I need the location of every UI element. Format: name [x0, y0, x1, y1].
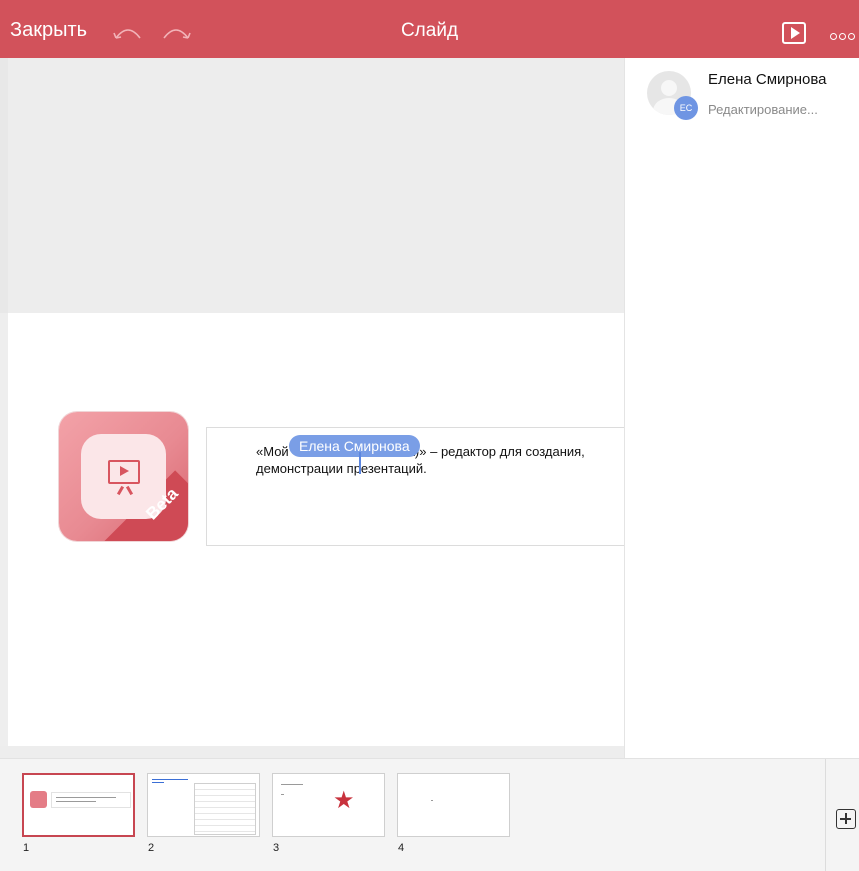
- app-logo-image[interactable]: Beta: [59, 412, 188, 541]
- user-name: Елена Смирнова: [708, 71, 827, 88]
- user-initials-badge: ЕС: [674, 96, 698, 120]
- canvas-background-top: [0, 58, 624, 313]
- slide-canvas-area[interactable]: [0, 58, 624, 758]
- canvas-background-bottom: [0, 746, 624, 758]
- presentation-icon: [108, 460, 140, 484]
- slide-thumbnail-1[interactable]: [22, 773, 135, 837]
- slide-number-3: 3: [273, 842, 280, 854]
- slide-thumbnail-4[interactable]: [397, 773, 510, 837]
- more-dots-icon[interactable]: [830, 27, 859, 40]
- page-title: Слайд: [400, 20, 459, 41]
- collaborator-cursor: [359, 452, 361, 474]
- slide-thumbnail-3[interactable]: ★: [272, 773, 385, 837]
- slide-thumbnails-strip: ★ 1 2 3 4: [0, 758, 859, 871]
- strip-divider: [825, 759, 826, 871]
- slide-number-4: 4: [398, 842, 405, 854]
- text-line-1-start: «Мой: [256, 444, 289, 459]
- plus-box-icon[interactable]: [836, 809, 856, 829]
- collaborator-cursor-tag: Елена Смирнова: [289, 435, 420, 457]
- play-icon[interactable]: [782, 22, 806, 44]
- canvas-left-edge: [0, 313, 8, 746]
- user-status: Редактирование...: [708, 102, 818, 117]
- text-line-1-end: а)» – редактор для создания,: [407, 444, 585, 459]
- star-icon: ★: [333, 787, 355, 814]
- slide-number-2: 2: [148, 842, 155, 854]
- text-line-2: демонстрации презентаций.: [256, 461, 427, 476]
- slide-editor-app: Закрыть Слайд Beta «Мой а)» – редактор дл…: [0, 0, 859, 871]
- slide-number-1: 1: [23, 842, 30, 854]
- top-toolbar: Закрыть Слайд: [0, 0, 859, 58]
- collaborators-panel: ЕС Елена Смирнова Редактирование...: [624, 58, 859, 758]
- slide-thumbnail-2[interactable]: [147, 773, 260, 837]
